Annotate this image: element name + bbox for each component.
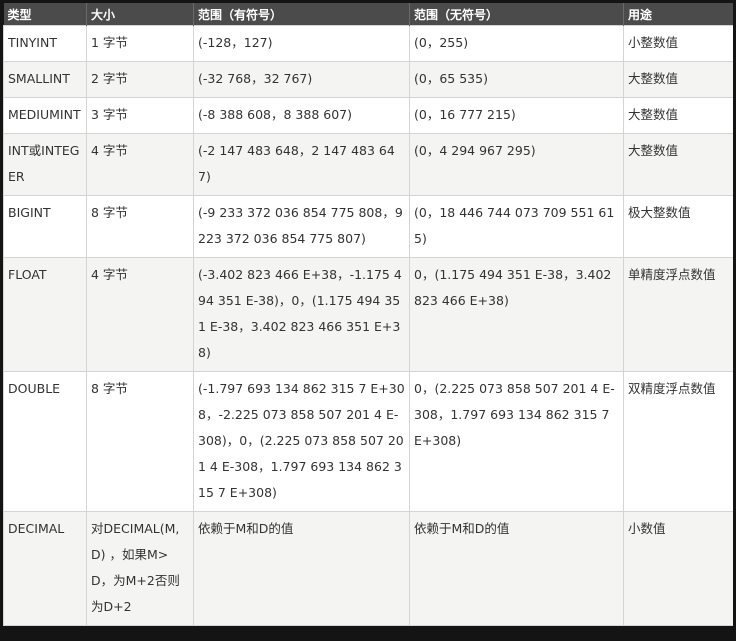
data-type-table-frame: 类型 大小 范围（有符号） 范围（无符号） 用途 TINYINT 1 字节 (-… [3, 3, 733, 639]
cell-usage: 小数值 [623, 511, 733, 626]
cell-unsigned-range: (0，4 294 967 295) [409, 133, 624, 196]
cell-type: BIGINT [3, 195, 87, 258]
cell-type: DECIMAL [3, 511, 87, 626]
cell-signed-range: (-1.797 693 134 862 315 7 E+308，-2.225 0… [193, 371, 410, 512]
cell-unsigned-range: (0，255) [409, 25, 624, 62]
cell-unsigned-range: 依赖于M和D的值 [409, 511, 624, 626]
cell-size: 2 字节 [86, 61, 194, 98]
cell-type: FLOAT [3, 257, 87, 372]
table-row: TINYINT 1 字节 (-128，127) (0，255) 小整数值 [3, 25, 733, 62]
cell-usage: 双精度浮点数值 [623, 371, 733, 512]
header-type: 类型 [3, 3, 87, 26]
cell-usage: 单精度浮点数值 [623, 257, 733, 372]
table-row: FLOAT 4 字节 (-3.402 823 466 E+38，-1.175 4… [3, 257, 733, 372]
cell-unsigned-range: (0，18 446 744 073 709 551 615) [409, 195, 624, 258]
header-unsigned-range: 范围（无符号） [409, 3, 624, 26]
cell-signed-range: 依赖于M和D的值 [193, 511, 410, 626]
cell-usage: 极大整数值 [623, 195, 733, 258]
cell-size: 1 字节 [86, 25, 194, 62]
table-row: BIGINT 8 字节 (-9 233 372 036 854 775 808，… [3, 195, 733, 258]
table-row: INT或INTEGER 4 字节 (-2 147 483 648，2 147 4… [3, 133, 733, 196]
cell-signed-range: (-9 233 372 036 854 775 808，9 223 372 03… [193, 195, 410, 258]
table-row: DECIMAL 对DECIMAL(M,D) ，如果M>D，为M+2否则为D+2 … [3, 511, 733, 626]
cell-usage: 大整数值 [623, 133, 733, 196]
cell-size: 对DECIMAL(M,D) ，如果M>D，为M+2否则为D+2 [86, 511, 194, 626]
cell-size: 4 字节 [86, 257, 194, 372]
cell-type: MEDIUMINT [3, 97, 87, 134]
cell-size: 8 字节 [86, 195, 194, 258]
cell-unsigned-range: 0，(2.225 073 858 507 201 4 E-308，1.797 6… [409, 371, 624, 512]
table-row: DOUBLE 8 字节 (-1.797 693 134 862 315 7 E+… [3, 371, 733, 512]
cell-type: TINYINT [3, 25, 87, 62]
cell-usage: 小整数值 [623, 25, 733, 62]
header-signed-range: 范围（有符号） [193, 3, 410, 26]
cell-signed-range: (-2 147 483 648，2 147 483 647) [193, 133, 410, 196]
table-row: MEDIUMINT 3 字节 (-8 388 608，8 388 607) (0… [3, 97, 733, 134]
mysql-data-types-table: 类型 大小 范围（有符号） 范围（无符号） 用途 TINYINT 1 字节 (-… [3, 3, 733, 626]
cell-signed-range: (-32 768，32 767) [193, 61, 410, 98]
cell-unsigned-range: (0，65 535) [409, 61, 624, 98]
cell-type: DOUBLE [3, 371, 87, 512]
table-row: SMALLINT 2 字节 (-32 768，32 767) (0，65 535… [3, 61, 733, 98]
header-usage: 用途 [623, 3, 733, 26]
cell-unsigned-range: 0，(1.175 494 351 E-38，3.402 823 466 E+38… [409, 257, 624, 372]
cell-usage: 大整数值 [623, 97, 733, 134]
cell-type: SMALLINT [3, 61, 87, 98]
cell-usage: 大整数值 [623, 61, 733, 98]
cell-size: 3 字节 [86, 97, 194, 134]
header-size: 大小 [86, 3, 194, 26]
cell-type: INT或INTEGER [3, 133, 87, 196]
cell-size: 8 字节 [86, 371, 194, 512]
table-header-row: 类型 大小 范围（有符号） 范围（无符号） 用途 [3, 3, 733, 26]
cell-signed-range: (-128，127) [193, 25, 410, 62]
cell-signed-range: (-8 388 608，8 388 607) [193, 97, 410, 134]
cell-size: 4 字节 [86, 133, 194, 196]
cell-unsigned-range: (0，16 777 215) [409, 97, 624, 134]
cell-signed-range: (-3.402 823 466 E+38，-1.175 494 351 E-38… [193, 257, 410, 372]
